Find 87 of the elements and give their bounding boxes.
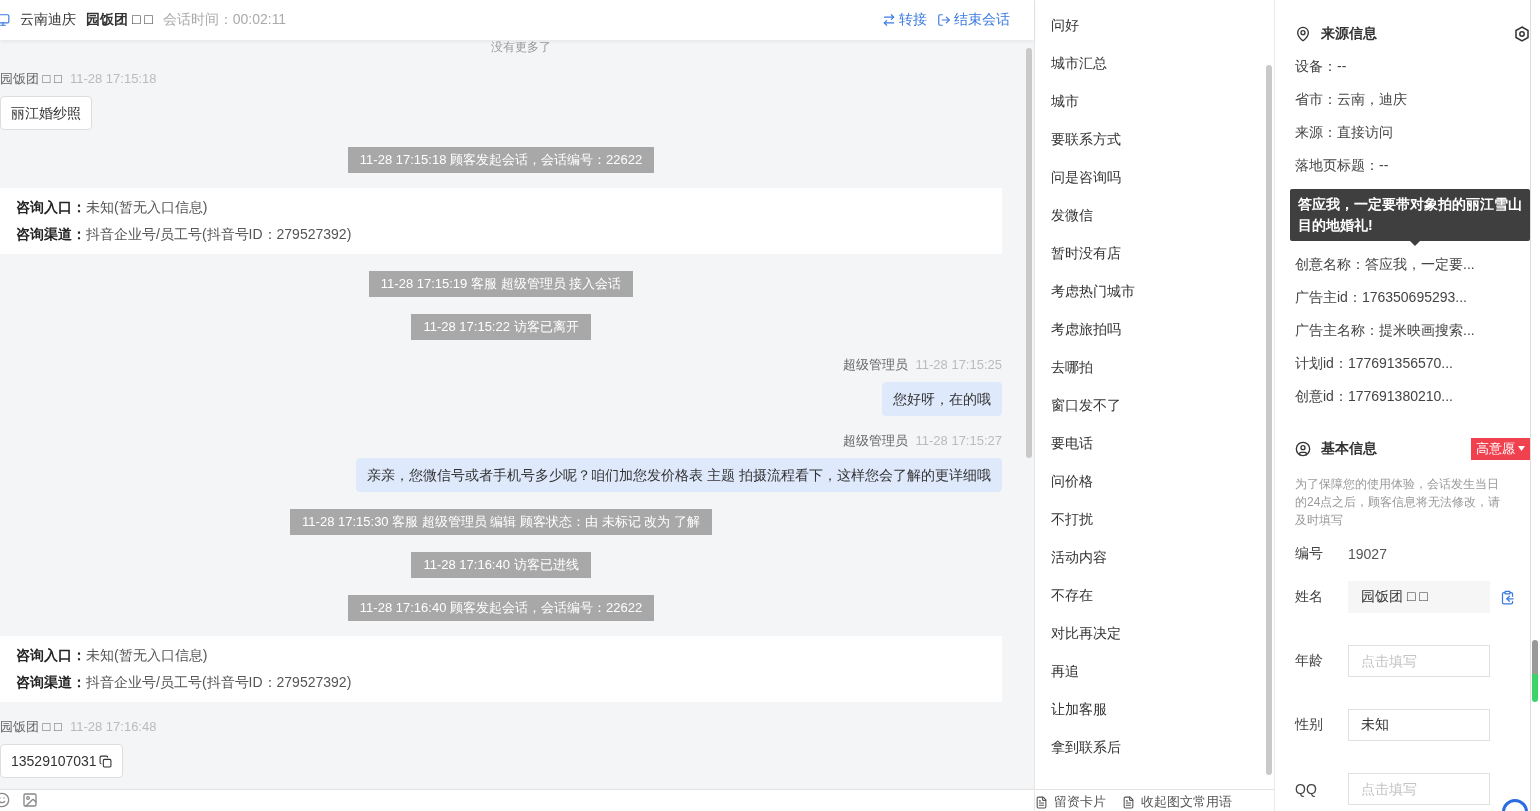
quick-reply-item[interactable]: 问好 bbox=[1035, 7, 1079, 45]
copy-icon[interactable] bbox=[98, 754, 112, 768]
notice-text: 为了保障您的使用体验，会话发生当日的24点之后，顾客信息将无法修改，请及时填写 bbox=[1295, 476, 1502, 529]
document-icon bbox=[1035, 795, 1048, 809]
source-row-text: 设备：-- bbox=[1295, 56, 1348, 76]
end-session-link[interactable]: 结束会话 bbox=[937, 11, 1010, 29]
source-row-text: 落地页标题：-- bbox=[1295, 155, 1390, 175]
quick-reply-item[interactable]: 考虑热门城市 bbox=[1035, 273, 1135, 311]
source-row-text: 来源：直接访问 bbox=[1295, 122, 1394, 142]
system-notice: 11-28 17:16:40 顾客发起会话，会话编号：22622 bbox=[347, 595, 655, 621]
document-icon bbox=[1122, 795, 1135, 809]
message-time: 11-28 17:16:48 bbox=[69, 718, 157, 736]
sender-name: 园饭团 □ □ bbox=[0, 718, 62, 736]
monitor-icon bbox=[0, 13, 10, 27]
swap-arrows-icon bbox=[882, 13, 896, 27]
message-bubble: 丽江婚纱照 bbox=[0, 96, 92, 130]
source-row-text: 创意id：177691380210... bbox=[1295, 386, 1454, 406]
message-time: 11-28 17:15:18 bbox=[69, 70, 157, 88]
source-row-text: 计划id：177691356570... bbox=[1295, 353, 1454, 373]
input-field[interactable]: 点击填写 bbox=[1348, 645, 1490, 677]
tooltip-arrow bbox=[1410, 241, 1420, 246]
quick-reply-item[interactable]: 不打扰 bbox=[1035, 501, 1093, 539]
user-icon bbox=[1295, 440, 1311, 457]
quick-reply-item[interactable]: 窗口发不了 bbox=[1035, 387, 1121, 425]
input-field[interactable]: 点击填写 bbox=[1348, 773, 1490, 805]
info-line: 咨询入口：未知(暂无入口信息) bbox=[16, 198, 209, 217]
quick-reply-item[interactable]: 暂时没有店 bbox=[1035, 235, 1121, 273]
session-time: 会话时间：00:02:11 bbox=[162, 11, 287, 29]
message-bubble: 亲亲，您微信号或者手机号多少呢？咱们加您发价格表 主题 拍摄流程看下，这样您会了解的更详细哦 bbox=[356, 458, 1002, 492]
field-label: 姓名 bbox=[1295, 588, 1324, 606]
section-title: 基本信息 bbox=[1321, 439, 1377, 458]
name-field[interactable]: 园饭团 □ □ bbox=[1348, 581, 1490, 613]
info-line: 咨询渠道：抖音企业号/员工号(抖音号ID：279527392) bbox=[16, 673, 353, 692]
field-value: 19027 bbox=[1348, 546, 1387, 562]
system-notice: 11-28 17:15:30 客服 超级管理员 编辑 顾客状态：由 未标记 改为 了解 bbox=[290, 509, 712, 535]
quick-reply-item[interactable]: 要电话 bbox=[1035, 425, 1093, 463]
message-bubble: 13529107031 bbox=[0, 744, 123, 778]
system-notice: 11-28 17:15:19 客服 超级管理员 接入会话 bbox=[368, 271, 634, 297]
quick-reply-item[interactable]: 考虑旅拍吗 bbox=[1035, 311, 1121, 349]
section-title: 来源信息 bbox=[1321, 24, 1377, 43]
image-icon[interactable] bbox=[22, 792, 38, 808]
source-row-text: 省市：云南，迪庆 bbox=[1295, 89, 1408, 109]
quick-reply-item[interactable]: 去哪拍 bbox=[1035, 349, 1093, 387]
system-notice: 11-28 17:15:22 访客已离开 bbox=[411, 314, 591, 340]
customer-location: 云南迪庆 bbox=[20, 11, 76, 29]
quick-reply-item[interactable]: 拿到联系后 bbox=[1035, 729, 1121, 767]
quick-reply-item[interactable]: 不存在 bbox=[1035, 577, 1093, 615]
scrollbar[interactable] bbox=[1266, 65, 1272, 775]
scrollbar[interactable] bbox=[1026, 48, 1032, 458]
customer-name: 园饭团 □ □ bbox=[86, 11, 153, 29]
quick-reply-item[interactable]: 发微信 bbox=[1035, 197, 1093, 235]
quick-reply-item[interactable]: 对比再决定 bbox=[1035, 615, 1121, 653]
exit-icon bbox=[937, 13, 951, 27]
source-row-text: 创意名称：答应我，一定要... bbox=[1295, 254, 1476, 274]
system-notice: 11-28 17:16:40 访客已进线 bbox=[411, 552, 591, 578]
message-bubble: 您好呀，在的哦 bbox=[882, 382, 1002, 416]
field-label: 性别 bbox=[1295, 716, 1324, 734]
system-notice: 11-28 17:15:18 顾客发起会话，会话编号：22622 bbox=[347, 147, 655, 173]
message-time: 11-28 17:15:25 bbox=[915, 356, 1002, 374]
quick-reply-item[interactable]: 问是咨询吗 bbox=[1035, 159, 1121, 197]
input-field[interactable]: 未知 bbox=[1348, 709, 1490, 741]
intent-badge[interactable]: 高意愿 bbox=[1471, 437, 1530, 460]
sender-name: 超级管理员 bbox=[842, 432, 908, 450]
source-row-text: 广告主名称：提米映画搜索... bbox=[1295, 320, 1476, 340]
location-pin-icon bbox=[1295, 25, 1311, 42]
quick-reply-item[interactable]: 问价格 bbox=[1035, 463, 1093, 501]
settings-icon[interactable] bbox=[1514, 25, 1530, 42]
field-label: 编号 bbox=[1295, 545, 1324, 563]
sender-name: 超级管理员 bbox=[842, 356, 908, 374]
info-line: 咨询入口：未知(暂无入口信息) bbox=[16, 646, 209, 665]
source-row-text: 广告主id：176350695293... bbox=[1295, 287, 1468, 307]
no-more-note: 没有更多了 bbox=[491, 40, 551, 54]
info-line: 咨询渠道：抖音企业号/员工号(抖音号ID：279527392) bbox=[16, 225, 353, 244]
quick-reply-item[interactable]: 城市 bbox=[1035, 83, 1079, 121]
message-time: 11-28 17:15:27 bbox=[915, 432, 1002, 450]
transfer-link[interactable]: 转接 bbox=[882, 11, 927, 29]
footer-button[interactable]: 收起图文常用语 bbox=[1122, 793, 1232, 811]
sender-name: 园饭团 □ □ bbox=[0, 70, 62, 88]
footer-button[interactable]: 留资卡片 bbox=[1035, 793, 1106, 811]
quick-reply-item[interactable]: 要联系方式 bbox=[1035, 121, 1121, 159]
quick-reply-item[interactable]: 活动内容 bbox=[1035, 539, 1107, 577]
quick-reply-item[interactable]: 城市汇总 bbox=[1035, 45, 1107, 83]
quick-reply-item[interactable]: 再追 bbox=[1035, 653, 1079, 691]
field-label: QQ bbox=[1295, 781, 1318, 797]
scrollbar[interactable] bbox=[1530, 0, 1540, 811]
field-label: 年龄 bbox=[1295, 652, 1324, 670]
quick-reply-item[interactable]: 让加客服 bbox=[1035, 691, 1107, 729]
